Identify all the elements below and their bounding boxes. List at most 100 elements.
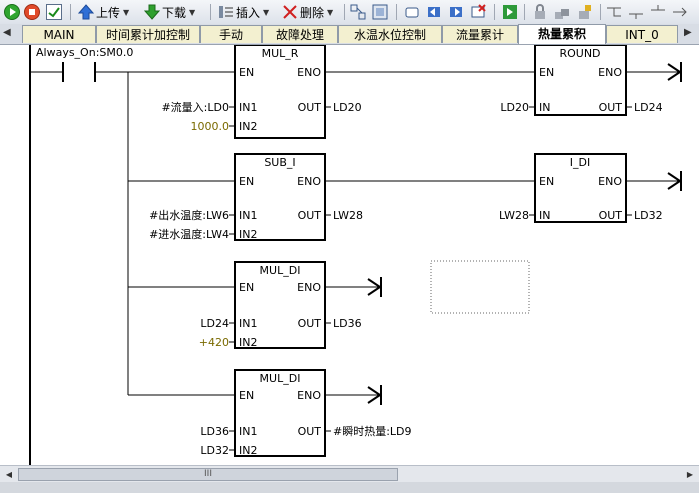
operand-in1[interactable]: LD36 — [200, 425, 229, 438]
goto-button[interactable] — [502, 3, 518, 21]
pin-en: EN — [239, 175, 254, 188]
operand-out[interactable]: LD24 — [634, 101, 663, 114]
network-icon — [350, 4, 366, 20]
upload-label: 上传 — [96, 5, 121, 20]
pin-eno: ENO — [297, 389, 321, 402]
tab-fault-handling[interactable]: 故障处理 — [262, 25, 338, 43]
operand-in1[interactable]: #流量入:LD0 — [161, 100, 229, 114]
tab-main[interactable]: MAIN — [22, 25, 96, 43]
network-button[interactable] — [350, 3, 366, 21]
contact-label: Always_On:SM0.0 — [36, 46, 133, 59]
horizontal-scrollbar[interactable]: ◀ III ▶ — [0, 465, 699, 483]
pin-eno: ENO — [297, 281, 321, 294]
operand-in2-constant[interactable]: 1000.0 — [191, 120, 230, 133]
clear-button[interactable] — [470, 3, 486, 21]
branch-icon — [606, 4, 622, 20]
scroll-right-icon[interactable]: ▶ — [683, 468, 697, 481]
insert-dropdown-icon[interactable]: ▼ — [263, 8, 269, 17]
toolbar-separator — [396, 4, 397, 20]
pin-out: OUT — [599, 209, 623, 222]
line-up-button[interactable] — [650, 3, 666, 21]
download-dropdown-icon[interactable]: ▼ — [189, 8, 195, 17]
lock-all-button[interactable] — [554, 3, 570, 21]
block-i-di[interactable]: I_DI EN ENO IN OUT — [534, 153, 627, 223]
insert-button[interactable]: 插入 ▼ — [218, 3, 269, 21]
pin-in2: IN2 — [239, 336, 257, 349]
operand-in[interactable]: LD20 — [500, 101, 529, 114]
block-title: MUL_R — [262, 47, 299, 60]
toolbar-separator — [70, 4, 71, 20]
block-mul-di-1[interactable]: MUL_DI EN ENO IN1 IN2 OUT — [234, 261, 326, 349]
operand-out[interactable]: LD32 — [634, 209, 663, 222]
operand-in2[interactable]: #进水温度:LW4 — [149, 227, 229, 241]
block-title: ROUND — [559, 47, 600, 60]
operand-in[interactable]: LW28 — [499, 209, 529, 222]
tab-int0[interactable]: INT_0 — [606, 25, 678, 43]
block-mul-r[interactable]: MUL_R EN ENO IN1 IN2 OUT — [234, 45, 326, 139]
toolbar-separator — [210, 4, 211, 20]
tab-scroll-left-icon[interactable]: ◀ — [3, 27, 11, 38]
tab-label: MAIN — [43, 28, 75, 42]
pin-in1: IN1 — [239, 209, 257, 222]
block-sub-i[interactable]: SUB_I EN ENO IN1 IN2 OUT — [234, 153, 326, 241]
contact-always-on[interactable] — [62, 62, 96, 82]
operand-in2[interactable]: LD32 — [200, 444, 229, 457]
line-down-button[interactable] — [628, 3, 644, 21]
operand-in2-constant[interactable]: +420 — [199, 336, 229, 349]
run-button[interactable] — [4, 3, 20, 21]
block-round[interactable]: ROUND EN ENO IN OUT — [534, 45, 627, 116]
tab-flow-accumulation[interactable]: 流量累计 — [442, 25, 518, 43]
tab-heat-accumulation[interactable]: 热量累积 — [518, 24, 606, 44]
compile-button[interactable] — [46, 3, 62, 21]
operand-in1[interactable]: #出水温度:LW6 — [149, 208, 229, 222]
tab-label: 流量累计 — [455, 28, 504, 42]
operand-out[interactable]: LW28 — [333, 209, 363, 222]
delete-dropdown-icon[interactable]: ▼ — [327, 8, 333, 17]
branch-button[interactable] — [606, 3, 622, 21]
pin-in1: IN1 — [239, 425, 257, 438]
operand-out[interactable]: LD36 — [333, 317, 362, 330]
pin-en: EN — [539, 175, 554, 188]
box-button[interactable] — [404, 3, 420, 21]
tab-label: 时间累计加控制 — [105, 28, 190, 42]
delete-button[interactable]: 删除 ▼ — [282, 3, 333, 21]
insert-label: 插入 — [236, 5, 261, 20]
clear-icon — [470, 4, 486, 20]
operand-out[interactable]: #瞬时热量:LD9 — [333, 425, 412, 438]
tab-time-accumulation[interactable]: 时间累计加控制 — [96, 25, 200, 43]
tab-manual[interactable]: 手动 — [200, 25, 262, 43]
tab-water-temp-level[interactable]: 水温水位控制 — [338, 25, 442, 43]
lock-all-icon — [554, 4, 570, 20]
crossref-button[interactable] — [372, 3, 388, 21]
arrow-right-button[interactable] — [672, 3, 688, 21]
upload-button[interactable]: 上传 ▼ — [77, 3, 129, 21]
ladder-editor[interactable]: Always_On:SM0.0 MUL_R EN ENO IN1 IN2 OUT… — [0, 45, 699, 465]
download-button[interactable]: 下载 ▼ — [143, 3, 195, 21]
block-mul-di-2[interactable]: MUL_DI EN ENO IN1 IN2 OUT — [234, 369, 326, 457]
pin-out: OUT — [298, 317, 322, 330]
block-title: SUB_I — [264, 156, 295, 169]
forward-button[interactable] — [448, 3, 464, 21]
operand-in1[interactable]: LD24 — [200, 317, 229, 330]
scroll-thumb[interactable]: III — [18, 468, 398, 481]
scroll-grip: III — [204, 469, 212, 479]
tab-bar: ◀ MAIN 时间累计加控制 手动 故障处理 水温水位控制 流量累计 热量累积 … — [0, 24, 699, 45]
scroll-left-icon[interactable]: ◀ — [2, 468, 16, 481]
tab-scroll-right-icon[interactable]: ▶ — [684, 27, 692, 38]
pin-in2: IN2 — [239, 228, 257, 241]
unlock-button[interactable] — [576, 3, 592, 21]
upload-dropdown-icon[interactable]: ▼ — [123, 8, 129, 17]
crossref-icon — [372, 4, 388, 20]
stop-icon — [24, 4, 40, 20]
delete-icon — [282, 4, 298, 20]
operand-out[interactable]: LD20 — [333, 101, 362, 114]
tab-label: 手动 — [218, 28, 243, 42]
line-down-icon — [628, 4, 644, 20]
lock-button[interactable] — [532, 3, 548, 21]
arrow-down-icon — [143, 4, 161, 20]
tab-label: 水温水位控制 — [353, 28, 426, 42]
checklist-icon — [46, 4, 62, 20]
tab-label: 故障处理 — [275, 28, 324, 42]
back-button[interactable] — [426, 3, 442, 21]
stop-button[interactable] — [24, 3, 40, 21]
